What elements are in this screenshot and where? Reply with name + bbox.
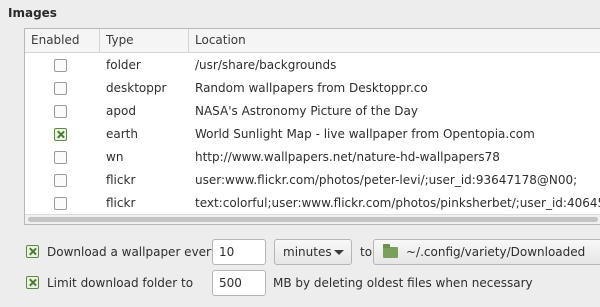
enabled-checkbox[interactable] — [54, 105, 67, 118]
table-row[interactable]: flickr text:colorful;user:www.flickr.com… — [25, 192, 600, 215]
enabled-checkbox[interactable] — [54, 197, 67, 210]
row-location: Random wallpapers from Desktoppr.co — [195, 81, 428, 95]
limit-options-row: Limit download folder to 500 MB by delet… — [24, 270, 600, 296]
enabled-checkbox[interactable] — [54, 82, 67, 95]
section-title: Images — [8, 6, 57, 20]
download-folder-button[interactable]: ~/.config/variety/Downloaded — [373, 239, 600, 265]
column-header-type[interactable]: Type — [100, 29, 189, 52]
interval-unit-select[interactable]: minutes — [274, 239, 352, 265]
download-label: Download a wallpaper every — [47, 245, 219, 259]
table-row[interactable]: earth World Sunlight Map - live wallpape… — [25, 123, 600, 146]
table-row[interactable]: desktoppr Random wallpapers from Desktop… — [25, 77, 600, 100]
sources-table: Enabled Type Location folder /usr/share/… — [24, 28, 600, 225]
download-options-row: Download a wallpaper every 10 minutes to… — [24, 239, 600, 265]
enabled-checkbox-checked[interactable] — [54, 128, 67, 141]
row-location: user:www.flickr.com/photos/peter-levi/;u… — [195, 173, 578, 187]
limit-checkbox[interactable] — [26, 276, 39, 289]
row-location: http://www.wallpapers.net/nature-hd-wall… — [195, 150, 500, 164]
download-checkbox[interactable] — [26, 245, 39, 258]
row-type: flickr — [106, 196, 136, 210]
scrollbar-thumb[interactable] — [28, 217, 598, 222]
row-type: folder — [106, 58, 141, 72]
interval-unit-label: minutes — [283, 245, 332, 259]
chevron-down-icon — [334, 250, 344, 255]
table-row[interactable]: folder /usr/share/backgrounds — [25, 54, 600, 77]
column-header-enabled[interactable]: Enabled — [25, 29, 100, 52]
table-header: Enabled Type Location — [25, 29, 600, 53]
download-folder-path: ~/.config/variety/Downloaded — [406, 245, 586, 259]
row-type: wn — [106, 150, 124, 164]
table-row[interactable]: flickr user:www.flickr.com/photos/peter-… — [25, 169, 600, 192]
size-limit-input[interactable]: 500 — [212, 270, 266, 296]
column-header-location[interactable]: Location — [189, 29, 600, 52]
row-type: earth — [106, 127, 138, 141]
table-row[interactable]: wn http://www.wallpapers.net/nature-hd-w… — [25, 146, 600, 169]
row-location: NASA's Astronomy Picture of the Day — [195, 104, 418, 118]
enabled-checkbox[interactable] — [54, 174, 67, 187]
to-label: to — [360, 245, 373, 259]
limit-suffix-label: MB by deleting oldest files when necessa… — [273, 276, 533, 290]
enabled-checkbox[interactable] — [54, 59, 67, 72]
row-location: text:colorful;user:www.flickr.com/photos… — [195, 196, 600, 210]
row-location: /usr/share/backgrounds — [195, 58, 337, 72]
table-row[interactable]: apod NASA's Astronomy Picture of the Day — [25, 100, 600, 123]
row-type: desktoppr — [106, 81, 167, 95]
row-type: flickr — [106, 173, 136, 187]
interval-input[interactable]: 10 — [212, 239, 266, 265]
row-type: apod — [106, 104, 136, 118]
folder-icon — [383, 244, 398, 258]
horizontal-scrollbar[interactable] — [25, 214, 600, 224]
row-location: World Sunlight Map - live wallpaper from… — [195, 127, 535, 141]
limit-label: Limit download folder to — [47, 276, 194, 290]
enabled-checkbox[interactable] — [54, 151, 67, 164]
